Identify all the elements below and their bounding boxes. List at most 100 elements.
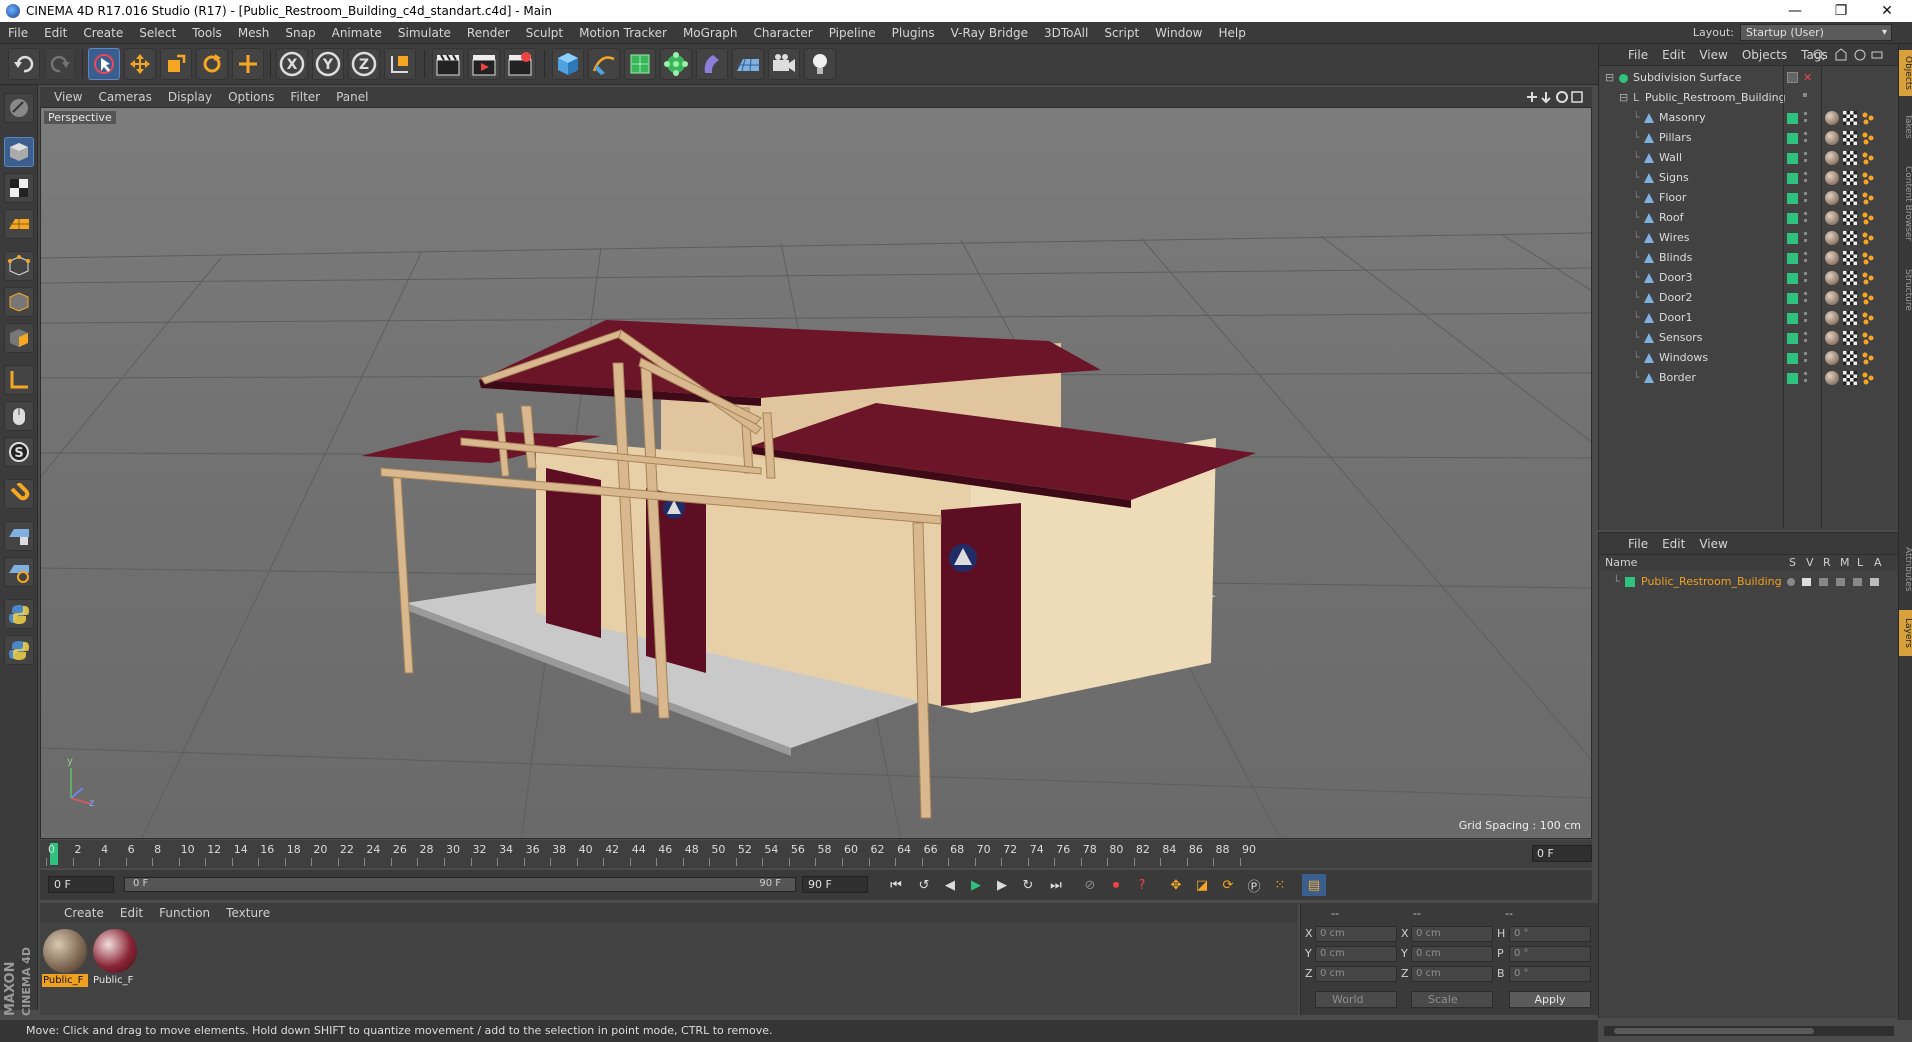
size-x-field[interactable]: 0 cm (1411, 926, 1493, 942)
objects-menu-objects[interactable]: Objects (1735, 48, 1794, 62)
redo-button[interactable] (44, 48, 76, 80)
object-row-windows[interactable]: └ Windows (1599, 348, 1899, 368)
render-visibility-dot-icon[interactable] (1804, 299, 1807, 302)
material-tag-icon[interactable] (1825, 171, 1839, 185)
menu-edit[interactable]: Edit (36, 22, 75, 44)
apply-button[interactable]: Apply (1509, 991, 1591, 1008)
phong-tag-icon[interactable] (1861, 271, 1875, 285)
phong-tag-icon[interactable] (1861, 251, 1875, 265)
pos-x-field[interactable]: 0 cm (1315, 926, 1397, 942)
cloner-button[interactable] (660, 48, 692, 80)
make-editable-button[interactable] (4, 93, 34, 123)
phong-tag-icon[interactable] (1861, 311, 1875, 325)
tab-objects[interactable]: Objects (1899, 50, 1912, 96)
material-swatch-1[interactable]: Public_F (42, 928, 88, 987)
start-frame-field[interactable]: 0 F (48, 876, 114, 893)
visibility-dots-icon[interactable] (1803, 93, 1807, 97)
texture-tag-icon[interactable] (1843, 351, 1857, 365)
menu-snap[interactable]: Snap (277, 22, 323, 44)
workplane-lock-button[interactable] (4, 521, 34, 551)
material-tag-icon[interactable] (1825, 211, 1839, 225)
end-frame-field[interactable]: 90 F (802, 876, 868, 893)
phong-tag-icon[interactable] (1861, 171, 1875, 185)
editor-visibility-dot-icon[interactable] (1804, 272, 1807, 275)
menu-mesh[interactable]: Mesh (230, 22, 278, 44)
viewport-menu-display[interactable]: Display (160, 90, 220, 104)
prev-frame-button[interactable]: ◀ (938, 874, 962, 896)
menu-create[interactable]: Create (75, 22, 131, 44)
key-scale-button[interactable]: ◪ (1190, 874, 1214, 896)
render-visibility-dot-icon[interactable] (1804, 119, 1807, 122)
menu-file[interactable]: File (0, 22, 36, 44)
autokey-button[interactable]: ? (1130, 874, 1154, 896)
menu-plugins[interactable]: Plugins (884, 22, 943, 44)
object-manager-tool-icons[interactable] (1810, 48, 1890, 62)
material-tag-icon[interactable] (1825, 331, 1839, 345)
render-visibility-dot-icon[interactable] (1804, 339, 1807, 342)
magnet-button[interactable] (4, 479, 34, 509)
editor-visibility-dot-icon[interactable] (1804, 192, 1807, 195)
viewport-menu-filter[interactable]: Filter (282, 90, 328, 104)
restore-button[interactable]: ❐ (1818, 0, 1864, 22)
rot-b-field[interactable]: 0 ° (1509, 966, 1591, 982)
editor-visibility-dot-icon[interactable] (1804, 132, 1807, 135)
y-axis-button[interactable]: Y (312, 48, 344, 80)
axis-mode-button[interactable] (4, 365, 34, 395)
objects-menu-file[interactable]: File (1621, 48, 1655, 62)
editor-visibility-dot-icon[interactable] (1804, 352, 1807, 355)
object-row-door3[interactable]: └ Door3 (1599, 268, 1899, 288)
object-row-roof[interactable]: └ Roof (1599, 208, 1899, 228)
menu-mograph[interactable]: MoGraph (675, 22, 746, 44)
phong-tag-icon[interactable] (1861, 211, 1875, 225)
render-visibility-dot-icon[interactable] (1804, 379, 1807, 382)
minimize-button[interactable]: — (1772, 0, 1818, 22)
layer-color-swatch[interactable] (1625, 577, 1635, 587)
menu-sculpt[interactable]: Sculpt (518, 22, 571, 44)
render-visibility-dot-icon[interactable] (1804, 159, 1807, 162)
viewport-menu-view[interactable]: View (46, 90, 90, 104)
layer-color-swatch[interactable] (1787, 193, 1798, 204)
pos-y-field[interactable]: 0 cm (1315, 946, 1397, 962)
editor-visibility-dot-icon[interactable] (1804, 172, 1807, 175)
coordinate-space-select[interactable]: World (1315, 991, 1397, 1008)
editor-visibility-dot-icon[interactable] (1804, 332, 1807, 335)
texture-tag-icon[interactable] (1843, 131, 1857, 145)
layer-color-swatch[interactable] (1787, 313, 1798, 324)
editor-visibility-dot-icon[interactable] (1804, 112, 1807, 115)
menu-window[interactable]: Window (1147, 22, 1210, 44)
recent-tools-button[interactable] (232, 48, 264, 80)
rot-h-field[interactable]: 0 ° (1509, 926, 1591, 942)
material-menu-function[interactable]: Function (151, 906, 218, 920)
phong-tag-icon[interactable] (1861, 151, 1875, 165)
size-z-field[interactable]: 0 cm (1411, 966, 1493, 982)
camera-button[interactable] (768, 48, 800, 80)
texture-tag-icon[interactable] (1843, 231, 1857, 245)
light-button[interactable] (804, 48, 836, 80)
close-button[interactable]: ✕ (1864, 0, 1910, 22)
python-script-button-2[interactable] (4, 635, 34, 665)
object-row-wires[interactable]: └ Wires (1599, 228, 1899, 248)
material-tag-icon[interactable] (1825, 371, 1839, 385)
texture-tag-icon[interactable] (1843, 311, 1857, 325)
size-y-field[interactable]: 0 cm (1411, 946, 1493, 962)
render-visibility-dot-icon[interactable] (1804, 179, 1807, 182)
layer-color-swatch[interactable] (1787, 273, 1798, 284)
material-tag-icon[interactable] (1825, 231, 1839, 245)
subdivision-surface-button[interactable] (624, 48, 656, 80)
object-row-door2[interactable]: └ Door2 (1599, 288, 1899, 308)
key-position-button[interactable]: ✥ (1164, 874, 1188, 896)
layer-color-swatch[interactable] (1787, 353, 1798, 364)
snap-toggle-button[interactable]: S (4, 437, 34, 467)
editor-visibility-dot-icon[interactable] (1804, 152, 1807, 155)
object-row-public-restroom-building[interactable]: ⊟ L Public_Restroom_Building (1599, 88, 1899, 108)
render-settings-button[interactable] (504, 48, 536, 80)
objects-menu-view[interactable]: View (1692, 48, 1734, 62)
editor-visibility-dot-icon[interactable] (1804, 372, 1807, 375)
menu-select[interactable]: Select (131, 22, 184, 44)
object-row-masonry[interactable]: └ Masonry (1599, 108, 1899, 128)
viewport-nav-icons[interactable] (1524, 89, 1584, 105)
edges-mode-button[interactable] (4, 287, 34, 317)
render-view-button[interactable] (432, 48, 464, 80)
next-frame-button[interactable]: ▶ (990, 874, 1014, 896)
phong-tag-icon[interactable] (1861, 131, 1875, 145)
